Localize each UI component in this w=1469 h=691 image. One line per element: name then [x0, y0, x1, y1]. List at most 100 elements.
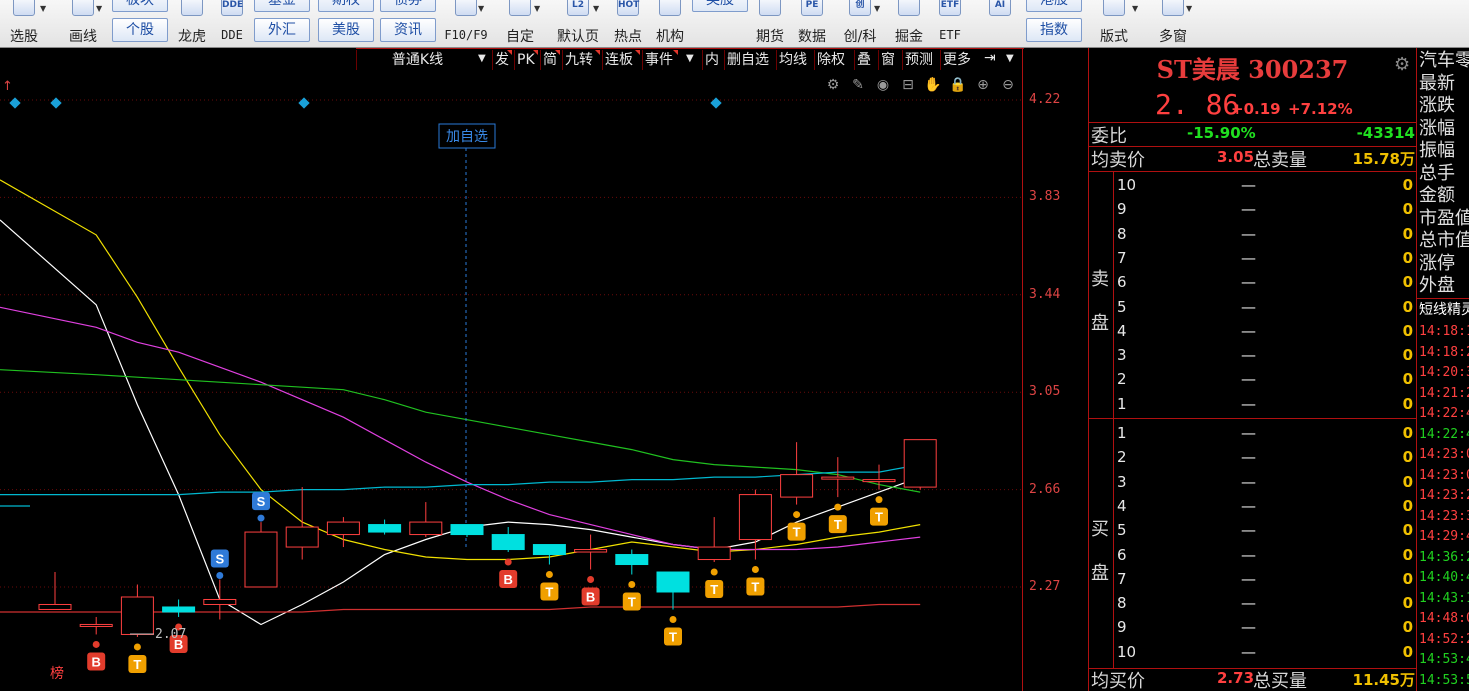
- market-tab-button[interactable]: 英股: [692, 0, 748, 12]
- sell-level-row[interactable]: 2 — 0: [1117, 370, 1413, 394]
- pen-icon[interactable]: ✎: [849, 76, 867, 94]
- market-tab-button[interactable]: 期权: [318, 0, 374, 12]
- dropdown-caret-icon[interactable]: ▼: [1186, 4, 1196, 20]
- alert-time[interactable]: 14:43:1: [1419, 591, 1469, 606]
- alert-time[interactable]: 14:18:2: [1419, 345, 1469, 360]
- chart-menu-item[interactable]: 普通K线: [356, 50, 478, 70]
- alert-time[interactable]: 14:21:2: [1419, 386, 1469, 401]
- hand-icon[interactable]: ✋: [924, 76, 942, 94]
- alert-time[interactable]: 14:36:2: [1419, 550, 1469, 565]
- toolbar-jigou-button[interactable]: 机构: [650, 0, 690, 48]
- market-tab-button[interactable]: 指数: [1026, 18, 1082, 42]
- sell-level-row[interactable]: 4 — 0: [1117, 322, 1413, 346]
- alert-time[interactable]: 14:23:0: [1419, 468, 1469, 483]
- toolbar-xuangu-button[interactable]: 选股: [4, 0, 44, 48]
- sell-level-row[interactable]: 3 — 0: [1117, 346, 1413, 370]
- buy-level-row[interactable]: 10 — 0: [1117, 643, 1413, 667]
- chart-menu-item[interactable]: 除权: [814, 50, 852, 70]
- stock-name-code[interactable]: ST美晨 300237: [1089, 50, 1416, 85]
- buy-level-row[interactable]: 5 — 0: [1117, 521, 1413, 545]
- sell-level-row[interactable]: 6 — 0: [1117, 273, 1413, 297]
- toolbar-juejin-button[interactable]: 掘金: [890, 0, 928, 48]
- chart-menu-item[interactable]: 发: [492, 50, 512, 70]
- chart-menu-item[interactable]: 更多: [940, 50, 978, 70]
- buy-level-row[interactable]: 1 — 0: [1117, 424, 1413, 448]
- alert-time[interactable]: 14:53:5: [1419, 673, 1469, 688]
- sell-level-row[interactable]: 1 — 0: [1117, 395, 1413, 419]
- chart-menu-item[interactable]: 连板: [602, 50, 640, 70]
- dropdown-caret-icon[interactable]: ▼: [478, 4, 488, 20]
- toolbar-ai-button[interactable]: AI: [980, 0, 1020, 48]
- toolbar-etf-button[interactable]: ETF ETF: [932, 0, 968, 48]
- buy-level-row[interactable]: 3 — 0: [1117, 473, 1413, 497]
- buy-level-row[interactable]: 8 — 0: [1117, 594, 1413, 618]
- toolbar-shuju-button[interactable]: PE 数据: [794, 0, 830, 48]
- more-caret-icon[interactable]: ▼: [1006, 53, 1014, 64]
- market-tab-button[interactable]: 外汇: [254, 18, 310, 42]
- chart-menu-item[interactable]: 叠: [854, 50, 876, 70]
- market-tab-button[interactable]: 债券: [380, 0, 436, 12]
- toolbar-longhu-button[interactable]: 龙虎: [172, 0, 212, 48]
- market-tab-button[interactable]: 个股: [112, 18, 168, 42]
- alert-time[interactable]: 14:18:1: [1419, 324, 1469, 339]
- buy-level-row[interactable]: 9 — 0: [1117, 618, 1413, 642]
- settings-gear-icon[interactable]: ⚙: [1394, 56, 1412, 74]
- chart-menu-item[interactable]: 均线: [776, 50, 812, 70]
- sell-level-row[interactable]: 9 — 0: [1117, 200, 1413, 224]
- event-caret-icon[interactable]: ▼: [686, 53, 694, 64]
- alert-time[interactable]: 14:23:2: [1419, 488, 1469, 503]
- market-tab-button[interactable]: 基金: [254, 0, 310, 12]
- chart-menu-item[interactable]: 预测: [902, 50, 938, 70]
- dropdown-caret-icon[interactable]: ▼: [96, 4, 106, 20]
- alert-time[interactable]: 14:52:2: [1419, 632, 1469, 647]
- toolbar-dde-button[interactable]: DDE DDE: [216, 0, 248, 48]
- chart-menu-item[interactable]: 删自选: [724, 50, 774, 70]
- dropdown-caret-icon[interactable]: ▼: [40, 4, 50, 20]
- sell-level-row[interactable]: 10 — 0: [1117, 176, 1413, 200]
- alert-time[interactable]: 14:22:4: [1419, 427, 1469, 442]
- buy-level-row[interactable]: 7 — 0: [1117, 570, 1413, 594]
- alert-time[interactable]: 14:22:4: [1419, 406, 1469, 421]
- market-tab-button[interactable]: 美股: [318, 18, 374, 42]
- buy-level-row[interactable]: 4 — 0: [1117, 497, 1413, 521]
- dropdown-caret-icon[interactable]: ▼: [874, 4, 884, 20]
- eye-icon[interactable]: ◉: [874, 76, 892, 94]
- alert-time[interactable]: 14:29:4: [1419, 529, 1469, 544]
- alert-time[interactable]: 14:53:4: [1419, 652, 1469, 667]
- alert-time[interactable]: 14:23:0: [1419, 447, 1469, 462]
- chart-menu-item[interactable]: 窗: [878, 50, 900, 70]
- toolbar-redian-button[interactable]: HOT 热点: [610, 0, 646, 48]
- alert-time[interactable]: 14:20:3: [1419, 365, 1469, 380]
- zoom-out-icon[interactable]: ⊖: [999, 76, 1017, 94]
- chart-menu-item[interactable]: 简: [540, 50, 560, 70]
- short-line-genie-title[interactable]: 短线精灵: [1419, 299, 1469, 321]
- alert-time[interactable]: 14:40:4: [1419, 570, 1469, 585]
- dropdown-caret-icon[interactable]: ▼: [593, 4, 603, 20]
- chart-menu-item[interactable]: PK: [514, 50, 538, 70]
- alert-time[interactable]: 14:48:0: [1419, 611, 1469, 626]
- sell-level-row[interactable]: 7 — 0: [1117, 249, 1413, 273]
- dropdown-caret-icon[interactable]: ▼: [1132, 4, 1142, 20]
- toolbar-qihuo-button[interactable]: 期货: [752, 0, 788, 48]
- buy-level-row[interactable]: 6 — 0: [1117, 546, 1413, 570]
- buy-level-row[interactable]: 2 — 0: [1117, 448, 1413, 472]
- chart-type-caret-icon[interactable]: ▼: [478, 53, 486, 64]
- arrow-right-icon[interactable]: ⇥: [984, 50, 996, 66]
- sell-level-row[interactable]: 8 — 0: [1117, 225, 1413, 249]
- dropdown-caret-icon[interactable]: ▼: [534, 4, 544, 20]
- chart-menu-item[interactable]: 九转: [562, 50, 600, 70]
- lock-icon[interactable]: 🔒: [949, 76, 967, 94]
- chart-menu-item[interactable]: 事件: [642, 50, 678, 70]
- box-icon[interactable]: ⊟: [899, 76, 917, 94]
- sell-level-row[interactable]: 5 — 0: [1117, 298, 1413, 322]
- kline-chart[interactable]: B TBSSBT B TTT TT T T2.07加自选↑榜: [0, 48, 1022, 691]
- alert-time[interactable]: 14:23:3: [1419, 509, 1469, 524]
- zoom-in-icon[interactable]: ⊕: [974, 76, 992, 94]
- kline-chart-panel[interactable]: B T B S S B T B T T T T T T T 2.07 加自选 ↑ 榜 普通K线发 PK 简九转 连板 事件 内…: [0, 48, 1088, 691]
- market-tab-button[interactable]: 港股: [1026, 0, 1082, 12]
- toolbar-banshi-button[interactable]: 版式: [1094, 0, 1134, 48]
- chart-menu-item[interactable]: 内: [702, 50, 722, 70]
- market-tab-button[interactable]: 资讯: [380, 18, 436, 42]
- market-tab-button[interactable]: 板块: [112, 0, 168, 12]
- gear-icon[interactable]: ⚙: [824, 76, 842, 94]
